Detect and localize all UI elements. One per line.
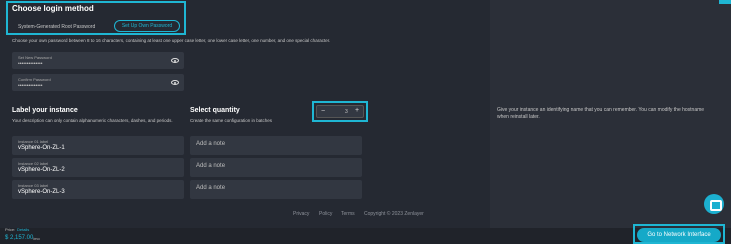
price-details-link[interactable]: Details	[17, 227, 29, 232]
select-quantity-title: Select quantity	[190, 107, 240, 114]
footer-copyright: Copyright © 2023 Zenlayer	[364, 211, 424, 217]
confirm-password-value: ••••••••••••••	[18, 83, 43, 89]
add-note-3[interactable]: Add a note	[190, 180, 362, 199]
instance-label-3[interactable]: Instance 03 label vSphere-On-ZL-3	[12, 180, 184, 199]
instance-label-1-value: vSphere-On-ZL-1	[18, 145, 65, 151]
label-instance-description: Your description can only contain alphan…	[12, 118, 173, 123]
setup-own-password-button[interactable]: Set Up Own Password	[114, 20, 180, 32]
chat-support-icon[interactable]	[704, 194, 724, 214]
instance-label-2[interactable]: Instance 02 label vSphere-On-ZL-2	[12, 158, 184, 177]
side-help-text: Give your instance an identifying name t…	[497, 107, 705, 120]
instance-label-2-title: Instance 02 label	[18, 161, 49, 166]
add-note-2[interactable]: Add a note	[190, 158, 362, 177]
set-password-field[interactable]: Set New Password ••••••••••••••	[12, 52, 184, 69]
increment-button[interactable]: +	[355, 107, 359, 114]
instance-label-3-value: vSphere-On-ZL-3	[18, 189, 65, 195]
instance-label-1-title: Instance 01 label	[18, 139, 49, 144]
select-quantity-description: Create the same configuration in batches	[190, 118, 273, 123]
instance-label-3-title: Instance 03 label	[18, 183, 49, 188]
quantity-stepper[interactable]: − 3 +	[316, 105, 364, 118]
password-requirements-text: Choose your own password between 8 to 16…	[12, 38, 331, 43]
show-password-eye-icon[interactable]	[171, 58, 179, 63]
login-method-title: Choose login method	[12, 4, 94, 13]
show-confirm-password-eye-icon[interactable]	[171, 80, 179, 85]
confirm-password-label: Confirm Password	[18, 77, 51, 82]
set-password-value: ••••••••••••••	[18, 61, 43, 67]
footer-link-privacy[interactable]: Privacy	[293, 211, 309, 217]
price-label: Price:	[5, 227, 16, 232]
confirm-password-field[interactable]: Confirm Password ••••••••••••••	[12, 74, 184, 91]
footer-link-terms[interactable]: Terms	[341, 211, 355, 217]
quantity-value[interactable]: 3	[345, 109, 348, 115]
price-amount: $ 2,157.00	[5, 235, 34, 241]
set-password-label: Set New Password	[18, 55, 52, 60]
price-unit: /mo	[33, 236, 40, 241]
instance-label-2-value: vSphere-On-ZL-2	[18, 167, 65, 173]
system-generated-password-option[interactable]: System-Generated Root Password	[18, 24, 95, 30]
add-note-1[interactable]: Add a note	[190, 136, 362, 155]
top-right-accent	[719, 0, 731, 4]
decrement-button[interactable]: −	[321, 108, 325, 115]
instance-label-1[interactable]: Instance 01 label vSphere-On-ZL-1	[12, 136, 184, 155]
footer-link-policy[interactable]: Policy	[319, 211, 332, 217]
label-instance-title: Label your instance	[12, 107, 78, 114]
go-to-network-interface-button[interactable]: Go to Network Interface	[637, 228, 721, 242]
